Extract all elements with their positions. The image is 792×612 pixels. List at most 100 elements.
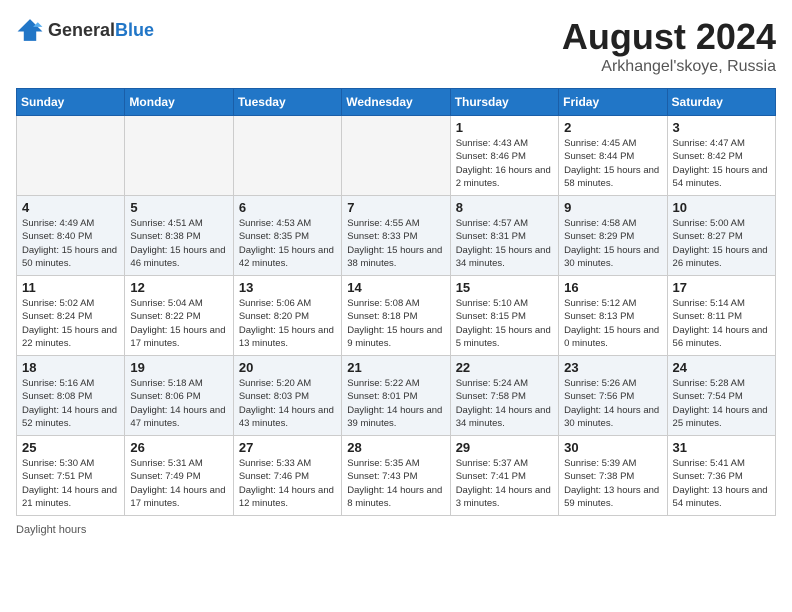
day-number: 20 bbox=[239, 360, 336, 375]
day-number: 3 bbox=[673, 120, 770, 135]
calendar-cell: 25 Sunrise: 5:30 AM Sunset: 7:51 PM Dayli… bbox=[17, 436, 125, 516]
day-info: Sunrise: 4:58 AM Sunset: 8:29 PM Dayligh… bbox=[564, 217, 661, 270]
calendar-location: Arkhangel'skoye, Russia bbox=[562, 58, 776, 76]
day-info: Sunrise: 5:08 AM Sunset: 8:18 PM Dayligh… bbox=[347, 297, 444, 350]
day-number: 30 bbox=[564, 440, 661, 455]
weekday-header-monday: Monday bbox=[125, 89, 233, 116]
day-info: Sunrise: 5:16 AM Sunset: 8:08 PM Dayligh… bbox=[22, 377, 119, 430]
weekday-header-tuesday: Tuesday bbox=[233, 89, 341, 116]
calendar-cell: 24Sunrise: 5:28 AM Sunset: 7:54 PM Dayli… bbox=[667, 356, 775, 436]
calendar-cell: 11 Sunrise: 5:02 AM Sunset: 8:24 PM Dayli… bbox=[17, 276, 125, 356]
day-number: 28 bbox=[347, 440, 444, 455]
day-info: Sunrise: 5:22 AM Sunset: 8:01 PM Dayligh… bbox=[347, 377, 444, 430]
day-number: 24 bbox=[673, 360, 770, 375]
calendar-cell bbox=[125, 116, 233, 196]
weekday-header-wednesday: Wednesday bbox=[342, 89, 450, 116]
calendar-cell: 18 Sunrise: 5:16 AM Sunset: 8:08 PM Dayli… bbox=[17, 356, 125, 436]
page-header: GeneralBlue August 2024 Arkhangel'skoye,… bbox=[16, 16, 776, 76]
calendar-cell: 15 Sunrise: 5:10 AM Sunset: 8:15 PM Dayli… bbox=[450, 276, 558, 356]
day-number: 6 bbox=[239, 200, 336, 215]
calendar-table: SundayMondayTuesdayWednesdayThursdayFrid… bbox=[16, 88, 776, 516]
day-number: 8 bbox=[456, 200, 553, 215]
day-info: Sunrise: 5:06 AM Sunset: 8:20 PM Dayligh… bbox=[239, 297, 336, 350]
day-number: 17 bbox=[673, 280, 770, 295]
day-info: Sunrise: 5:10 AM Sunset: 8:15 PM Dayligh… bbox=[456, 297, 553, 350]
day-info: Sunrise: 5:30 AM Sunset: 7:51 PM Dayligh… bbox=[22, 457, 119, 510]
footer-note: Daylight hours bbox=[16, 524, 776, 536]
day-number: 2 bbox=[564, 120, 661, 135]
day-number: 4 bbox=[22, 200, 119, 215]
calendar-cell: 21 Sunrise: 5:22 AM Sunset: 8:01 PM Dayli… bbox=[342, 356, 450, 436]
calendar-week-row: 25 Sunrise: 5:30 AM Sunset: 7:51 PM Dayli… bbox=[17, 436, 776, 516]
calendar-cell: 20 Sunrise: 5:20 AM Sunset: 8:03 PM Dayli… bbox=[233, 356, 341, 436]
logo-text-general: General bbox=[48, 20, 115, 40]
day-info: Sunrise: 5:00 AM Sunset: 8:27 PM Dayligh… bbox=[673, 217, 770, 270]
calendar-cell: 12 Sunrise: 5:04 AM Sunset: 8:22 PM Dayli… bbox=[125, 276, 233, 356]
day-info: Sunrise: 5:39 AM Sunset: 7:38 PM Dayligh… bbox=[564, 457, 661, 510]
daylight-label: Daylight hours bbox=[16, 524, 86, 536]
weekday-header-friday: Friday bbox=[559, 89, 667, 116]
day-info: Sunrise: 5:41 AM Sunset: 7:36 PM Dayligh… bbox=[673, 457, 770, 510]
day-number: 23 bbox=[564, 360, 661, 375]
day-info: Sunrise: 4:47 AM Sunset: 8:42 PM Dayligh… bbox=[673, 137, 770, 190]
calendar-cell bbox=[233, 116, 341, 196]
day-number: 14 bbox=[347, 280, 444, 295]
calendar-cell: 30 Sunrise: 5:39 AM Sunset: 7:38 PM Dayli… bbox=[559, 436, 667, 516]
day-number: 15 bbox=[456, 280, 553, 295]
calendar-cell: 3 Sunrise: 4:47 AM Sunset: 8:42 PM Daylig… bbox=[667, 116, 775, 196]
calendar-week-row: 4 Sunrise: 4:49 AM Sunset: 8:40 PM Daylig… bbox=[17, 196, 776, 276]
day-info: Sunrise: 4:45 AM Sunset: 8:44 PM Dayligh… bbox=[564, 137, 661, 190]
day-info: Sunrise: 5:24 AM Sunset: 7:58 PM Dayligh… bbox=[456, 377, 553, 430]
day-info: Sunrise: 5:12 AM Sunset: 8:13 PM Dayligh… bbox=[564, 297, 661, 350]
calendar-cell: 26Sunrise: 5:31 AM Sunset: 7:49 PM Dayli… bbox=[125, 436, 233, 516]
calendar-week-row: 1Sunrise: 4:43 AM Sunset: 8:46 PM Daylig… bbox=[17, 116, 776, 196]
day-info: Sunrise: 4:55 AM Sunset: 8:33 PM Dayligh… bbox=[347, 217, 444, 270]
calendar-cell bbox=[17, 116, 125, 196]
day-number: 16 bbox=[564, 280, 661, 295]
day-info: Sunrise: 4:53 AM Sunset: 8:35 PM Dayligh… bbox=[239, 217, 336, 270]
day-number: 11 bbox=[22, 280, 119, 295]
logo-text-blue: Blue bbox=[115, 20, 154, 40]
calendar-cell: 29Sunrise: 5:37 AM Sunset: 7:41 PM Dayli… bbox=[450, 436, 558, 516]
calendar-cell: 17 Sunrise: 5:14 AM Sunset: 8:11 PM Dayli… bbox=[667, 276, 775, 356]
calendar-cell: 16 Sunrise: 5:12 AM Sunset: 8:13 PM Dayli… bbox=[559, 276, 667, 356]
day-info: Sunrise: 4:51 AM Sunset: 8:38 PM Dayligh… bbox=[130, 217, 227, 270]
calendar-cell: 10Sunrise: 5:00 AM Sunset: 8:27 PM Dayli… bbox=[667, 196, 775, 276]
calendar-cell: 27Sunrise: 5:33 AM Sunset: 7:46 PM Dayli… bbox=[233, 436, 341, 516]
day-number: 12 bbox=[130, 280, 227, 295]
calendar-cell: 28Sunrise: 5:35 AM Sunset: 7:43 PM Dayli… bbox=[342, 436, 450, 516]
day-number: 19 bbox=[130, 360, 227, 375]
calendar-cell: 2 Sunrise: 4:45 AM Sunset: 8:44 PM Daylig… bbox=[559, 116, 667, 196]
calendar-week-row: 18 Sunrise: 5:16 AM Sunset: 8:08 PM Dayli… bbox=[17, 356, 776, 436]
calendar-title: August 2024 bbox=[562, 16, 776, 58]
title-block: August 2024 Arkhangel'skoye, Russia bbox=[562, 16, 776, 76]
logo-icon bbox=[16, 16, 44, 44]
calendar-cell: 31 Sunrise: 5:41 AM Sunset: 7:36 PM Dayli… bbox=[667, 436, 775, 516]
day-info: Sunrise: 5:33 AM Sunset: 7:46 PM Dayligh… bbox=[239, 457, 336, 510]
day-info: Sunrise: 5:04 AM Sunset: 8:22 PM Dayligh… bbox=[130, 297, 227, 350]
day-number: 1 bbox=[456, 120, 553, 135]
weekday-header-row: SundayMondayTuesdayWednesdayThursdayFrid… bbox=[17, 89, 776, 116]
day-info: Sunrise: 5:14 AM Sunset: 8:11 PM Dayligh… bbox=[673, 297, 770, 350]
calendar-cell: 22Sunrise: 5:24 AM Sunset: 7:58 PM Dayli… bbox=[450, 356, 558, 436]
day-info: Sunrise: 5:02 AM Sunset: 8:24 PM Dayligh… bbox=[22, 297, 119, 350]
day-info: Sunrise: 5:31 AM Sunset: 7:49 PM Dayligh… bbox=[130, 457, 227, 510]
calendar-cell: 14 Sunrise: 5:08 AM Sunset: 8:18 PM Dayli… bbox=[342, 276, 450, 356]
calendar-week-row: 11 Sunrise: 5:02 AM Sunset: 8:24 PM Dayli… bbox=[17, 276, 776, 356]
day-number: 7 bbox=[347, 200, 444, 215]
calendar-cell: 9 Sunrise: 4:58 AM Sunset: 8:29 PM Daylig… bbox=[559, 196, 667, 276]
day-number: 29 bbox=[456, 440, 553, 455]
weekday-header-saturday: Saturday bbox=[667, 89, 775, 116]
day-info: Sunrise: 5:20 AM Sunset: 8:03 PM Dayligh… bbox=[239, 377, 336, 430]
day-info: Sunrise: 5:26 AM Sunset: 7:56 PM Dayligh… bbox=[564, 377, 661, 430]
day-info: Sunrise: 4:49 AM Sunset: 8:40 PM Dayligh… bbox=[22, 217, 119, 270]
day-number: 9 bbox=[564, 200, 661, 215]
weekday-header-thursday: Thursday bbox=[450, 89, 558, 116]
day-number: 21 bbox=[347, 360, 444, 375]
calendar-cell: 23 Sunrise: 5:26 AM Sunset: 7:56 PM Dayli… bbox=[559, 356, 667, 436]
day-info: Sunrise: 5:18 AM Sunset: 8:06 PM Dayligh… bbox=[130, 377, 227, 430]
day-info: Sunrise: 4:57 AM Sunset: 8:31 PM Dayligh… bbox=[456, 217, 553, 270]
day-number: 31 bbox=[673, 440, 770, 455]
day-number: 25 bbox=[22, 440, 119, 455]
day-number: 18 bbox=[22, 360, 119, 375]
